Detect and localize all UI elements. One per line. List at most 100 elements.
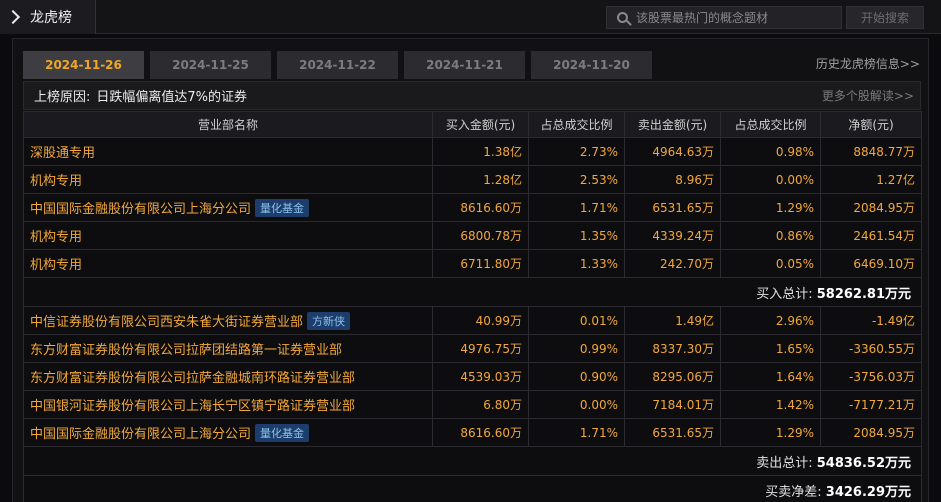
- branch-name[interactable]: 机构专用: [30, 230, 82, 245]
- branch-name-cell[interactable]: 东方财富证券股份有限公司拉萨金融城南环路证券营业部: [23, 362, 433, 391]
- buy-amount: 4539.03万: [432, 362, 529, 391]
- buy-ratio: 1.71%: [528, 193, 625, 222]
- net-total-value: 3426.29万元: [825, 484, 911, 500]
- title-tab[interactable]: 龙虎榜: [0, 0, 96, 34]
- sell-ratio: 1.42%: [720, 390, 821, 419]
- trader-tag-badge[interactable]: 方新侠: [307, 312, 351, 330]
- sell-amount: 8337.30万: [624, 334, 721, 363]
- net-amount: 2084.95万: [820, 418, 922, 447]
- branch-name[interactable]: 中国国际金融股份有限公司上海分公司: [30, 202, 251, 217]
- sell-amount: 6531.65万: [624, 193, 721, 222]
- app-title: 龙虎榜: [30, 10, 72, 26]
- tab-date-1[interactable]: 2024-11-25: [150, 51, 271, 79]
- buy-amount: 8616.60万: [432, 418, 529, 447]
- branch-name[interactable]: 中国国际金融股份有限公司上海分公司: [30, 427, 251, 442]
- buy-ratio: 0.01%: [528, 306, 625, 335]
- history-link[interactable]: 历史龙虎榜信息>>: [816, 55, 920, 72]
- branch-name-cell[interactable]: 中信证券股份有限公司西安朱雀大街证券营业部 方新侠: [23, 306, 433, 335]
- branch-name-cell[interactable]: 机构专用: [23, 249, 433, 278]
- tab-date-2[interactable]: 2024-11-22: [277, 51, 398, 79]
- tab-date-3[interactable]: 2024-11-21: [404, 51, 525, 79]
- search-box[interactable]: [606, 6, 842, 29]
- column-header: 买入金额(元): [432, 111, 529, 138]
- sell-amount: 1.49亿: [624, 306, 721, 335]
- branch-name-cell[interactable]: 东方财富证券股份有限公司拉萨团结路第一证券营业部: [23, 334, 433, 363]
- column-header: 净额(元): [820, 111, 922, 138]
- table-row[interactable]: 中信证券股份有限公司西安朱雀大街证券营业部 方新侠 40.99万 0.01% 1.49亿…: [23, 306, 922, 335]
- buy-ratio: 1.33%: [528, 249, 625, 278]
- trader-tag-badge[interactable]: 量化基金: [255, 199, 310, 217]
- table-row[interactable]: 机构专用 6711.80万 1.33% 242.70万 0.05% 6469.10万: [23, 249, 922, 278]
- table-row[interactable]: 机构专用 1.28亿 2.53% 8.96万 0.00% 1.27亿: [23, 165, 922, 194]
- net-amount: -3756.03万: [820, 362, 922, 391]
- sell-total-label: 卖出总计:: [756, 455, 813, 471]
- chevron-right-icon: [5, 9, 21, 25]
- tab-date-4[interactable]: 2024-11-20: [531, 51, 652, 79]
- branch-name-cell[interactable]: 中国国际金融股份有限公司上海分公司 量化基金: [23, 193, 433, 222]
- table-row[interactable]: 深股通专用 1.38亿 2.73% 4964.63万 0.98% 8848.77万: [23, 137, 922, 166]
- sell-ratio: 1.64%: [720, 362, 821, 391]
- sell-ratio: 1.29%: [720, 418, 821, 447]
- sell-total-row: 卖出总计: 54836.52万元: [23, 446, 922, 476]
- date-tabs: 2024-11-26 2024-11-25 2024-11-22 2024-11…: [23, 51, 658, 79]
- net-amount: -7177.21万: [820, 390, 922, 419]
- branch-name-cell[interactable]: 深股通专用: [23, 137, 433, 166]
- branch-name[interactable]: 东方财富证券股份有限公司拉萨团结路第一证券营业部: [30, 343, 342, 358]
- dragon-tiger-panel: 2024-11-26 2024-11-25 2024-11-22 2024-11…: [12, 38, 929, 502]
- net-total-row: 买卖净差: 3426.29万元: [23, 475, 922, 502]
- listing-reason: 上榜原因: 日跌幅偏离值达7%的证券 更多个股解读>>: [23, 81, 921, 110]
- branch-name[interactable]: 东方财富证券股份有限公司拉萨金融城南环路证券营业部: [30, 371, 355, 386]
- table-row[interactable]: 东方财富证券股份有限公司拉萨团结路第一证券营业部 4976.75万 0.99% 833…: [23, 334, 922, 363]
- table-row[interactable]: 中国国际金融股份有限公司上海分公司 量化基金 8616.60万 1.71% 6531.6…: [23, 193, 922, 222]
- branch-name[interactable]: 机构专用: [30, 174, 82, 189]
- branch-name[interactable]: 深股通专用: [30, 146, 95, 161]
- branch-name[interactable]: 中国银河证券股份有限公司上海长宁区镇宁路证券营业部: [30, 399, 355, 414]
- sell-ratio: 2.96%: [720, 306, 821, 335]
- buy-amount: 1.28亿: [432, 165, 529, 194]
- net-amount: 1.27亿: [820, 165, 922, 194]
- net-amount: 8848.77万: [820, 137, 922, 166]
- sell-amount: 8295.06万: [624, 362, 721, 391]
- sell-ratio: 1.65%: [720, 334, 821, 363]
- reason-text: 日跌幅偏离值达7%的证券: [96, 90, 248, 105]
- net-amount: -3360.55万: [820, 334, 922, 363]
- search-icon: [617, 12, 628, 23]
- buy-ratio: 1.35%: [528, 221, 625, 250]
- table-row[interactable]: 东方财富证券股份有限公司拉萨金融城南环路证券营业部 4539.03万 0.90% 82…: [23, 362, 922, 391]
- column-header: 占总成交比例: [528, 111, 625, 138]
- buy-total-row: 买入总计: 58262.81万元: [23, 277, 922, 307]
- buy-amount: 6800.78万: [432, 221, 529, 250]
- sell-amount: 7184.01万: [624, 390, 721, 419]
- branch-name-cell[interactable]: 机构专用: [23, 165, 433, 194]
- branch-name[interactable]: 机构专用: [30, 258, 82, 273]
- buy-ratio: 0.00%: [528, 390, 625, 419]
- table-row[interactable]: 中国国际金融股份有限公司上海分公司 量化基金 8616.60万 1.71% 6531.6…: [23, 418, 922, 447]
- branch-name-cell[interactable]: 中国银河证券股份有限公司上海长宁区镇宁路证券营业部: [23, 390, 433, 419]
- branch-name-cell[interactable]: 中国国际金融股份有限公司上海分公司 量化基金: [23, 418, 433, 447]
- buy-ratio: 0.90%: [528, 362, 625, 391]
- search-button[interactable]: 开始搜索: [846, 6, 924, 29]
- more-analysis-link[interactable]: 更多个股解读>>: [822, 87, 914, 104]
- tab-date-0[interactable]: 2024-11-26: [23, 51, 144, 79]
- net-amount: -1.49亿: [820, 306, 922, 335]
- branch-name-cell[interactable]: 机构专用: [23, 221, 433, 250]
- buy-ratio: 2.53%: [528, 165, 625, 194]
- buy-amount: 6711.80万: [432, 249, 529, 278]
- branch-name[interactable]: 中信证券股份有限公司西安朱雀大街证券营业部: [30, 315, 303, 330]
- table-row[interactable]: 机构专用 6800.78万 1.35% 4339.24万 0.86% 2461.54万: [23, 221, 922, 250]
- net-amount: 2084.95万: [820, 193, 922, 222]
- buy-amount: 1.38亿: [432, 137, 529, 166]
- sell-ratio: 1.29%: [720, 193, 821, 222]
- trading-table: 营业部名称 买入金额(元) 占总成交比例 卖出金额(元) 占总成交比例 净额(元…: [23, 111, 922, 502]
- sell-total-value: 54836.52万元: [816, 455, 911, 471]
- trader-tag-badge[interactable]: 量化基金: [255, 424, 310, 442]
- buy-total: 买入总计: 58262.81万元: [23, 277, 922, 307]
- search-input[interactable]: [636, 10, 836, 25]
- buy-total-value: 58262.81万元: [816, 286, 911, 302]
- sell-section: 中信证券股份有限公司西安朱雀大街证券营业部 方新侠 40.99万 0.01% 1.49亿…: [23, 306, 922, 447]
- sell-total: 卖出总计: 54836.52万元: [23, 446, 922, 476]
- sell-ratio: 0.86%: [720, 221, 821, 250]
- buy-amount: 40.99万: [432, 306, 529, 335]
- table-row[interactable]: 中国银河证券股份有限公司上海长宁区镇宁路证券营业部 6.80万 0.00% 7184.…: [23, 390, 922, 419]
- net-amount: 2461.54万: [820, 221, 922, 250]
